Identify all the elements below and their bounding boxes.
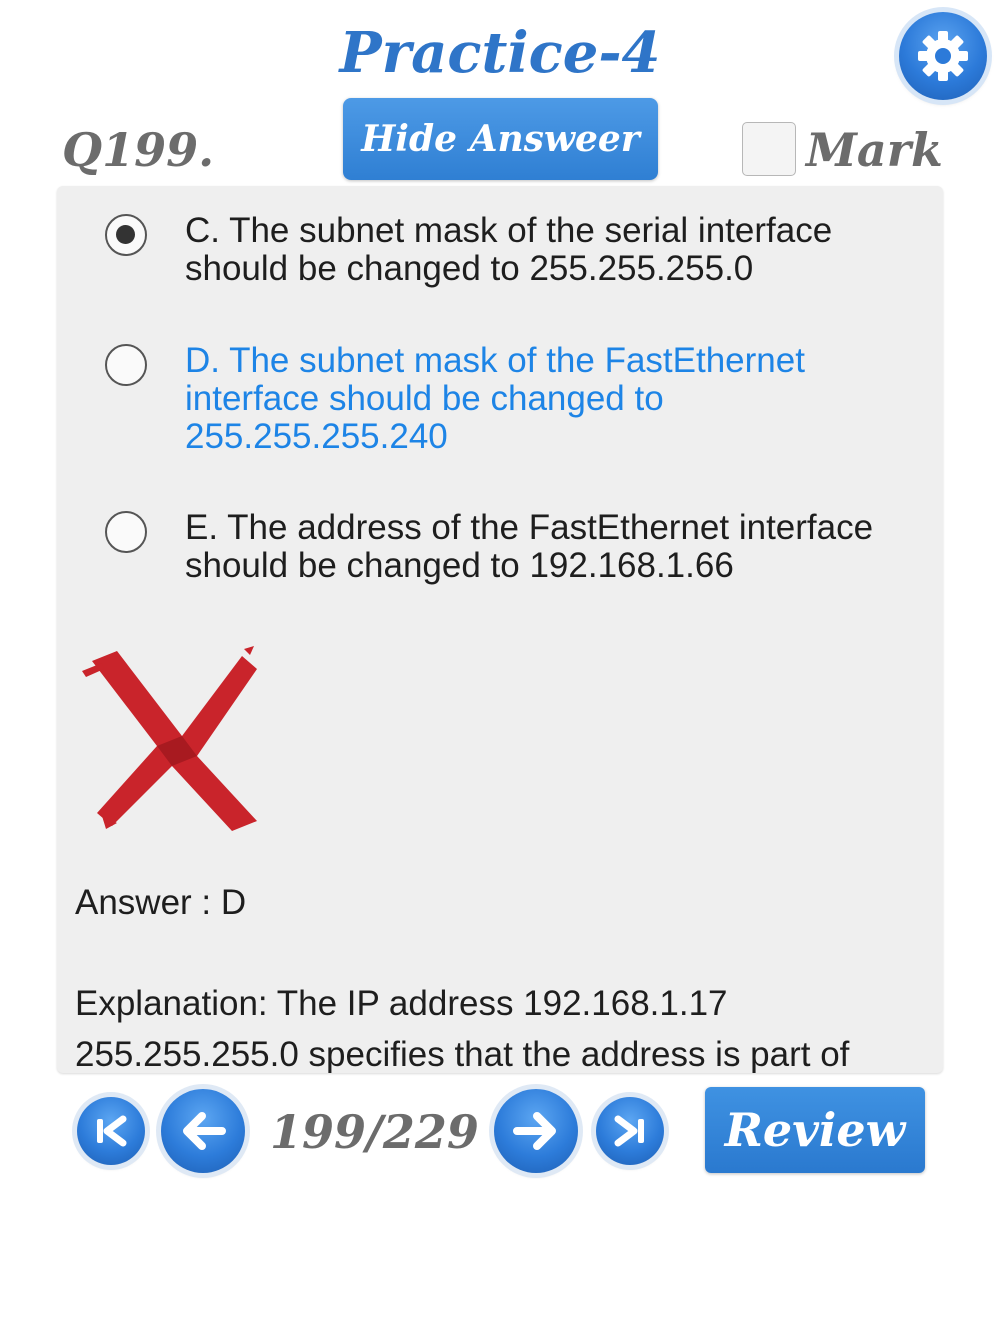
gear-icon — [918, 31, 968, 81]
option-e[interactable]: E. The address of the FastEthernet inter… — [105, 509, 925, 589]
arrow-left-icon — [183, 1112, 226, 1150]
hide-answer-button[interactable]: Hide Answeer — [343, 98, 658, 180]
arrow-right-icon — [513, 1112, 556, 1150]
option-d-radio[interactable] — [105, 344, 147, 386]
option-c[interactable]: C. The subnet mask of the serial interfa… — [105, 212, 925, 292]
first-question-button[interactable] — [77, 1097, 145, 1165]
option-e-text[interactable]: E. The address of the FastEthernet inter… — [185, 509, 925, 585]
question-panel[interactable]: C. The subnet mask of the serial interfa… — [57, 186, 943, 1073]
red-x-icon — [82, 646, 257, 831]
question-number: Q199. — [62, 123, 215, 177]
explanation-text: Explanation: The IP address 192.168.1.17… — [75, 984, 850, 1073]
next-question-button[interactable] — [494, 1089, 578, 1173]
option-e-radio[interactable] — [105, 511, 147, 553]
mark-label[interactable]: Mark — [806, 120, 943, 180]
option-d[interactable]: D. The subnet mask of the FastEthernet i… — [105, 342, 925, 462]
option-c-radio[interactable] — [105, 214, 147, 256]
skip-to-first-icon — [97, 1115, 127, 1147]
question-counter: 199/229 — [270, 1105, 479, 1159]
last-question-button[interactable] — [596, 1097, 664, 1165]
option-d-text[interactable]: D. The subnet mask of the FastEthernet i… — [185, 342, 925, 456]
previous-question-button[interactable] — [161, 1089, 245, 1173]
settings-button[interactable] — [899, 12, 987, 100]
mark-checkbox[interactable] — [742, 122, 796, 176]
review-button[interactable]: Review — [705, 1087, 925, 1173]
option-c-text[interactable]: C. The subnet mask of the serial interfa… — [185, 212, 925, 288]
skip-to-last-icon — [614, 1115, 644, 1147]
answer-text: Answer : D — [75, 883, 247, 922]
page-title: Practice-4 — [339, 20, 661, 86]
